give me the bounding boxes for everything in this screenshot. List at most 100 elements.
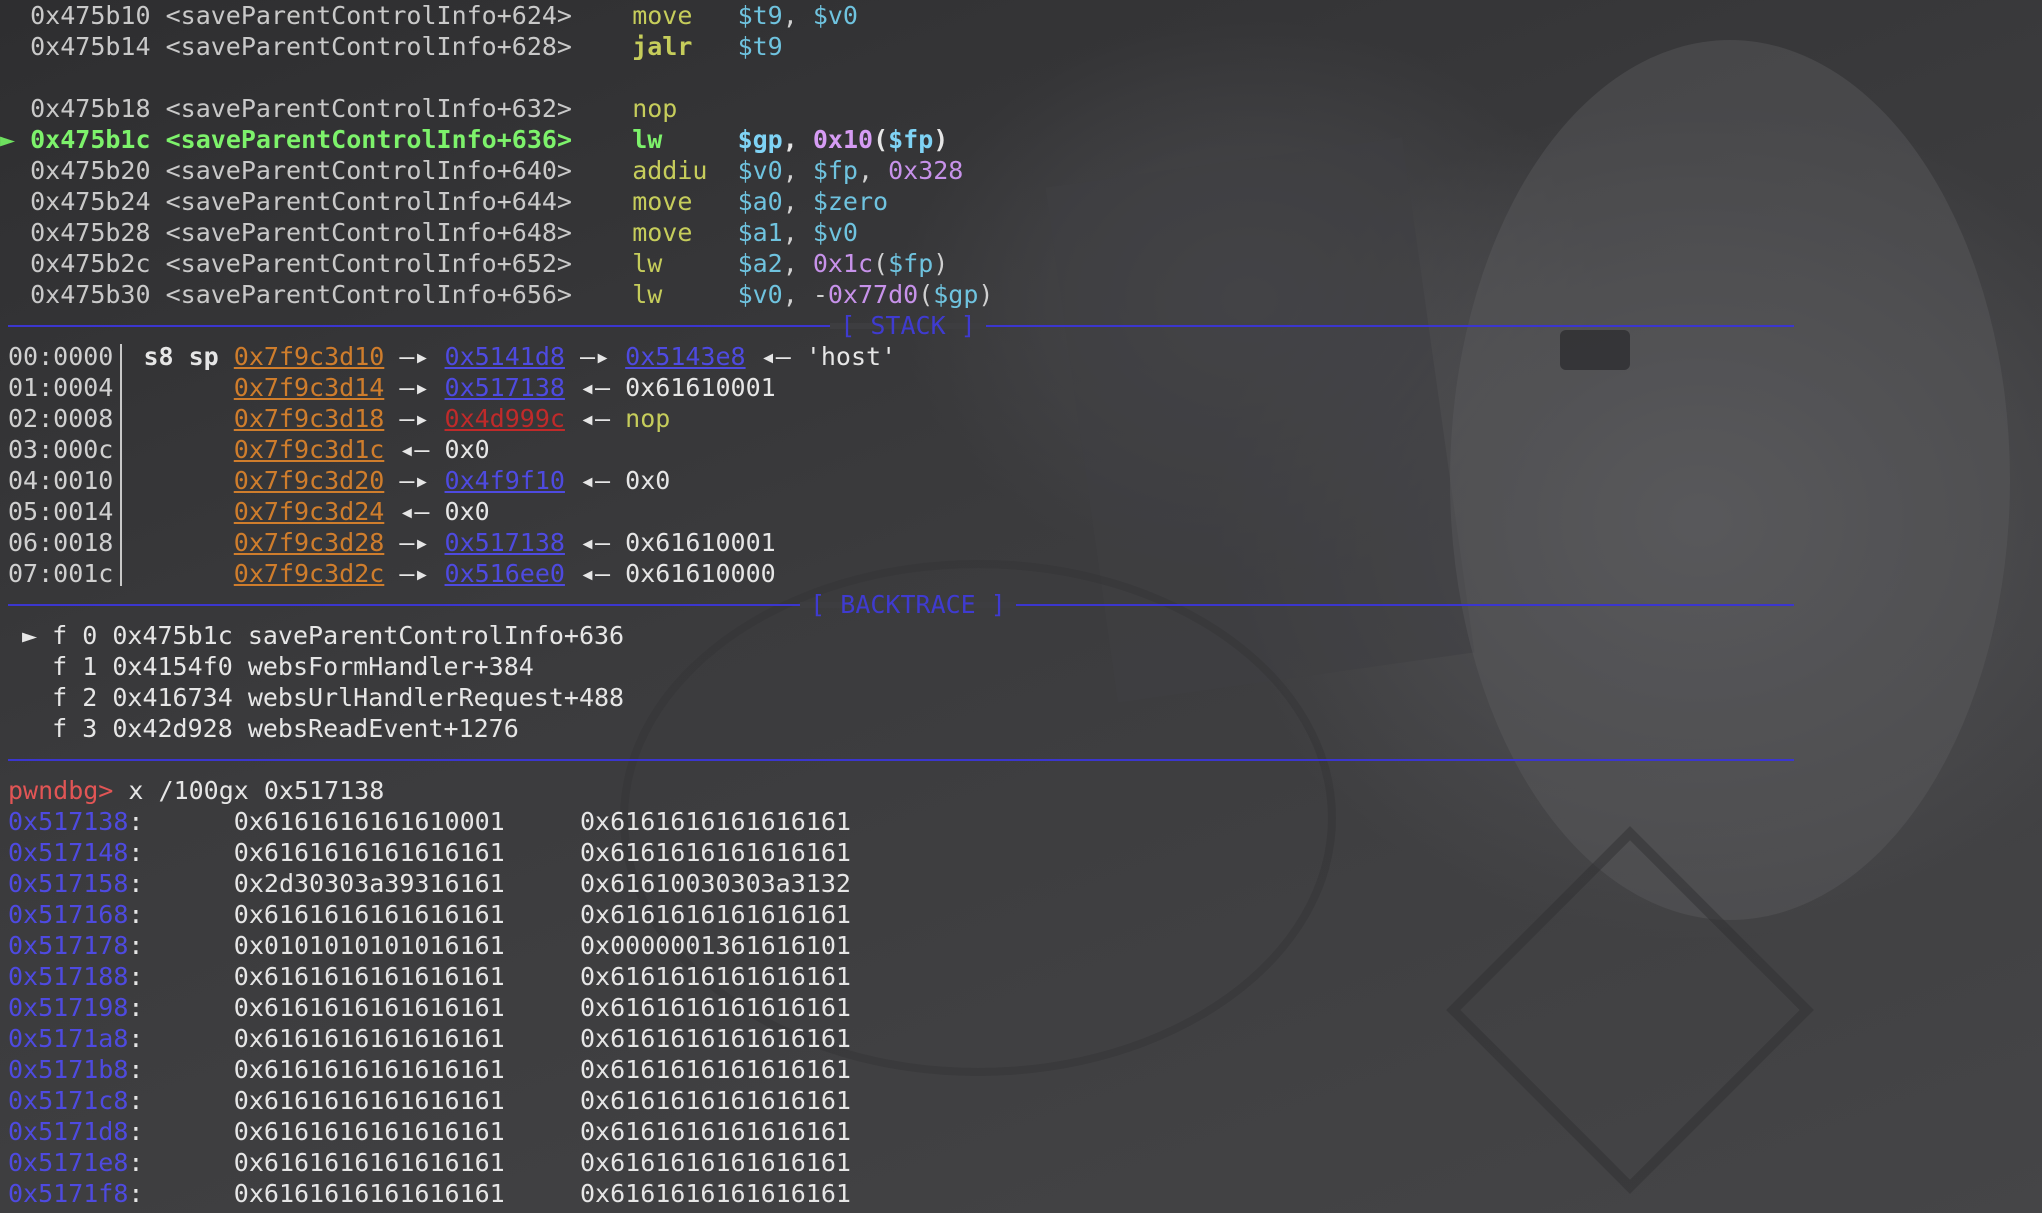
heap-address-link[interactable]: 0x516ee0 — [445, 559, 565, 588]
memory-row: 0x5171d8: 0x6161616161616161 0x616161616… — [8, 1116, 851, 1147]
memory-address: 0x5171b8 — [8, 1055, 129, 1084]
memory-qword: 0x6161616161616161 — [580, 1179, 851, 1208]
stack-address-link[interactable]: 0x7f9c3d1c — [234, 435, 385, 464]
memory-address: 0x5171f8 — [8, 1179, 129, 1208]
backtrace-frame: f 3 0x42d928 websReadEvent+1276 — [22, 713, 519, 744]
disasm-line: 0x475b20 <saveParentControlInfo+640> add… — [0, 155, 963, 186]
stack-address-link[interactable]: 0x7f9c3d2c — [234, 559, 385, 588]
pointer-arrow: ◂— — [384, 435, 445, 464]
instruction-mnemonic: addiu — [632, 156, 738, 185]
stack-address-link[interactable]: 0x7f9c3d20 — [234, 466, 385, 495]
frame-address: 0x475b1c — [112, 621, 233, 650]
memory-qword: 0x6161616161616161 — [580, 962, 851, 991]
heap-address-link[interactable]: 0x4f9f10 — [445, 466, 565, 495]
memory-row: 0x517188: 0x6161616161616161 0x616161616… — [8, 961, 851, 992]
memory-address: 0x5171c8 — [8, 1086, 129, 1115]
memory-row: 0x5171b8: 0x6161616161616161 0x616161616… — [8, 1054, 851, 1085]
stack-separator-title: [ STACK ] — [840, 311, 976, 340]
heap-address-link[interactable]: 0x517138 — [445, 528, 565, 557]
memory-row: 0x517138: 0x6161616161610001 0x616161616… — [8, 806, 851, 837]
command-input: x /100gx 0x517138 — [113, 776, 385, 805]
memory-qword: 0x6161616161616161 — [233, 1086, 505, 1115]
instruction-mnemonic: lw — [632, 125, 738, 154]
instruction-value: nop — [625, 404, 671, 433]
instruction-symbol: <saveParentControlInfo+632> — [165, 94, 572, 123]
memory-qword: 0x6161616161616161 — [580, 1117, 851, 1146]
instruction-symbol: <saveParentControlInfo+636> — [165, 125, 572, 154]
stack-address-link[interactable]: 0x7f9c3d10 — [234, 342, 385, 371]
frame-index: f 0 — [52, 621, 98, 650]
stack-row: 07:001c 0x7f9c3d2c —▸ 0x516ee0 ◂— 0x6161… — [8, 558, 776, 589]
operand-register: $v0 — [737, 156, 783, 185]
stack-address-link[interactable]: 0x7f9c3d28 — [234, 528, 385, 557]
memory-qword: 0x6161616161616161 — [580, 1086, 851, 1115]
pointer-arrow: ◂— — [564, 404, 626, 433]
memory-row: 0x5171f8: 0x6161616161616161 0x616161616… — [8, 1178, 851, 1209]
stack-row: 05:0014 0x7f9c3d24 ◂— 0x0 — [8, 496, 490, 527]
code-address-link[interactable]: 0x4d999c — [445, 404, 565, 433]
frame-marker — [22, 683, 37, 712]
memory-qword: 0x6161616161616161 — [233, 1024, 505, 1053]
operand-punct: ) — [978, 280, 994, 309]
operand-punct: , — [782, 156, 813, 185]
operand-immediate: 0x1c — [812, 249, 874, 278]
memory-qword: 0x6161616161616161 — [233, 962, 505, 991]
frame-symbol: websFormHandler+384 — [247, 652, 534, 681]
stack-address-link[interactable]: 0x7f9c3d14 — [234, 373, 385, 402]
memory-qword: 0x2d30303a39316161 — [233, 869, 505, 898]
memory-address: 0x517158 — [8, 869, 129, 898]
instruction-symbol: <saveParentControlInfo+624> — [165, 1, 572, 30]
operand-immediate: 0x10 — [812, 125, 874, 154]
stack-value: 0x0 — [444, 435, 490, 464]
colon: : — [128, 993, 144, 1022]
instruction-address: 0x475b10 — [30, 1, 151, 30]
heap-address-link[interactable]: 0x517138 — [445, 373, 565, 402]
operand-punct: , — [782, 125, 813, 154]
memory-row: 0x5171a8: 0x6161616161616161 0x616161616… — [8, 1023, 851, 1054]
command-line[interactable]: pwndbg> x /100gx 0x517138 — [8, 775, 384, 806]
frame-marker: ► — [22, 621, 38, 650]
heap-address-link[interactable]: 0x5143e8 — [625, 342, 745, 371]
operand-immediate: 0x77d0 — [827, 280, 919, 309]
pointer-arrow: —▸ — [384, 373, 445, 402]
instruction-address: 0x475b2c — [30, 249, 151, 278]
instruction-mnemonic: move — [632, 218, 738, 247]
terminal-output[interactable]: 0x475b10 <saveParentControlInfo+624> mov… — [0, 0, 2042, 1213]
heap-address-link[interactable]: 0x5141d8 — [445, 342, 565, 371]
stack-address-link[interactable]: 0x7f9c3d18 — [234, 404, 385, 433]
frame-address: 0x4154f0 — [112, 652, 233, 681]
memory-qword: 0x6161616161616161 — [580, 838, 851, 867]
end-separator-rule — [8, 758, 1794, 761]
operand-register: $gp — [933, 280, 979, 309]
operand-punct: ) — [933, 249, 949, 278]
stack-offset: 04:0010 — [8, 466, 114, 495]
stack-address-link[interactable]: 0x7f9c3d24 — [234, 497, 385, 526]
operand-punct: , — [782, 1, 813, 30]
stack-row: 06:0018 0x7f9c3d28 —▸ 0x517138 ◂— 0x6161… — [8, 527, 776, 558]
stack-offset: 02:0008 — [8, 404, 114, 433]
operand-register: $gp — [737, 125, 783, 154]
colon: : — [128, 807, 144, 836]
frame-index: f 1 — [52, 652, 98, 681]
colon: : — [128, 1117, 144, 1146]
memory-qword: 0x6161616161616161 — [233, 838, 505, 867]
